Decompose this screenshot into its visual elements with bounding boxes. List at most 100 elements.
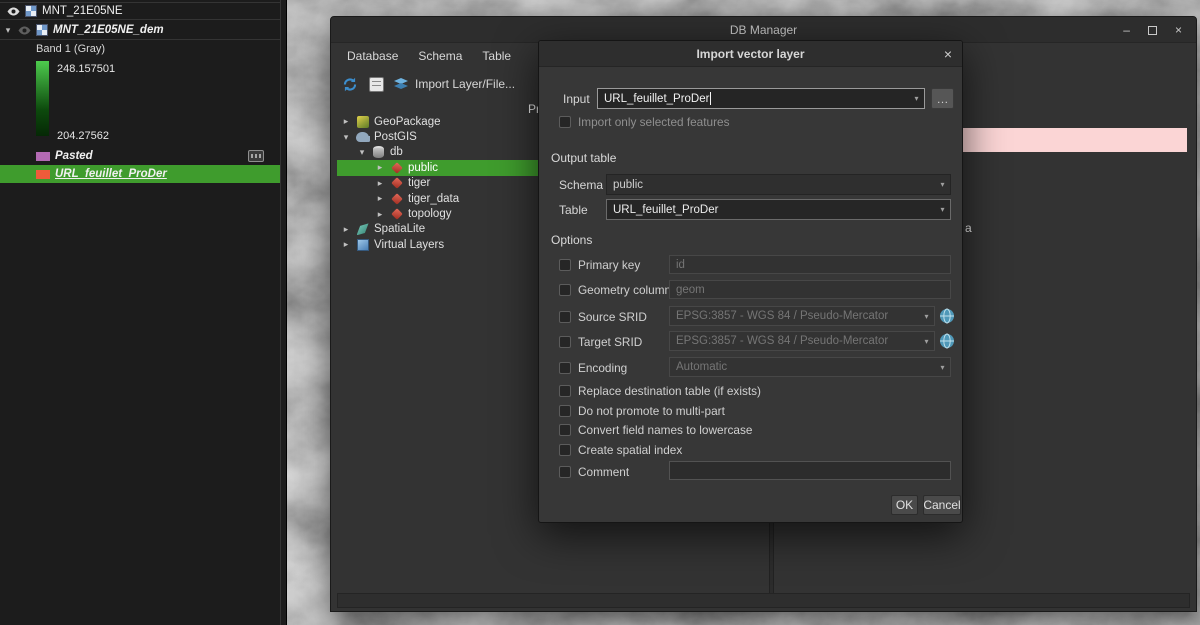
schema-value: public (613, 179, 643, 191)
import-selected-checkbox[interactable] (559, 116, 571, 128)
layer-row-mnt-dem[interactable]: ▾ MNT_21E05NE_dem (0, 21, 280, 40)
import-selected-label: Import only selected features (578, 115, 729, 129)
eye-visible-icon[interactable] (7, 7, 20, 16)
dialog-title: Import vector layer (696, 47, 804, 61)
expander-collapsed-icon[interactable]: ▸ (375, 209, 385, 220)
expander-collapsed-icon[interactable]: ▸ (341, 224, 351, 235)
minimize-button[interactable]: – (1123, 24, 1130, 36)
encoding-label: Encoding (578, 361, 627, 375)
layer-row-url-feuillet[interactable]: URL_feuillet_ProDer (0, 165, 280, 183)
bottom-scroll-track[interactable] (337, 593, 1190, 608)
lowercase-checkbox[interactable] (559, 424, 571, 436)
tree-item-label[interactable]: tiger_data (408, 193, 459, 205)
layer-label[interactable]: Pasted (55, 150, 93, 162)
replace-table-checkbox[interactable] (559, 385, 571, 397)
tree-item-label[interactable]: PostGIS (374, 131, 417, 143)
layer-row-pasted[interactable]: Pasted (0, 147, 280, 165)
layer-row-mnt[interactable]: MNT_21E05NE (0, 2, 280, 20)
polygon-swatch (36, 152, 50, 161)
source-srid-combobox: EPSG:3857 - WGS 84 / Pseudo-Mercator ▾ (669, 306, 935, 326)
schema-combobox[interactable]: public ▾ (606, 174, 951, 195)
tree-item-label[interactable]: tiger (408, 177, 430, 189)
globe-icon (939, 308, 955, 324)
table-value: URL_feuillet_ProDer (613, 204, 718, 216)
chevron-down-icon[interactable]: ▾ (935, 205, 950, 214)
ramp-max-value: 248.157501 (57, 63, 115, 75)
tree-item-label[interactable]: topology (408, 208, 451, 220)
cancel-button[interactable]: Cancel (923, 495, 961, 515)
import-layer-button[interactable]: Import Layer/File... (394, 77, 515, 91)
multipart-checkbox[interactable] (559, 405, 571, 417)
polygon-swatch (36, 170, 50, 179)
source-srid-select-button[interactable] (938, 307, 955, 324)
menu-schema[interactable]: Schema (408, 49, 472, 63)
menu-database[interactable]: Database (337, 49, 408, 63)
geometry-column-checkbox[interactable] (559, 284, 571, 296)
close-button[interactable]: × (1175, 24, 1182, 36)
eye-hidden-icon[interactable] (18, 26, 31, 35)
multipart-label: Do not promote to multi-part (578, 404, 725, 418)
primary-key-placeholder: id (676, 259, 685, 271)
comment-checkbox[interactable] (559, 466, 571, 478)
schema-label: Schema (559, 178, 603, 192)
expander-collapsed-icon[interactable]: ▸ (375, 162, 385, 173)
tree-item-label[interactable]: public (408, 162, 438, 174)
layer-label[interactable]: MNT_21E05NE (42, 5, 123, 17)
tree-item-label[interactable]: GeoPackage (374, 116, 441, 128)
window-controls: – × (1123, 17, 1182, 43)
browse-button[interactable]: … (931, 88, 954, 109)
expander-collapsed-icon[interactable]: ▸ (341, 239, 351, 250)
expander-expanded-icon[interactable]: ▾ (341, 132, 351, 143)
spatial-index-checkbox[interactable] (559, 444, 571, 456)
input-combobox[interactable]: URL_feuillet_ProDer ▾ (597, 88, 925, 109)
encoding-combobox: Automatic ▾ (669, 357, 951, 377)
target-srid-value: EPSG:3857 - WGS 84 / Pseudo-Mercator (676, 335, 888, 347)
partial-text-right: a (965, 221, 972, 235)
comment-field (669, 461, 951, 480)
source-srid-checkbox[interactable] (559, 311, 571, 323)
replace-table-label: Replace destination table (if exists) (578, 384, 761, 398)
memory-layer-indicator-icon[interactable] (248, 150, 264, 162)
sql-window-icon[interactable] (369, 77, 384, 92)
schema-icon (391, 177, 403, 189)
menu-table[interactable]: Table (472, 49, 521, 63)
table-combobox[interactable]: URL_feuillet_ProDer ▾ (606, 199, 951, 220)
input-label: Input (563, 92, 590, 106)
primary-key-label: Primary key (578, 258, 640, 272)
options-heading: Options (551, 233, 592, 247)
expander-collapsed-icon[interactable]: ▸ (341, 116, 351, 127)
target-srid-label: Target SRID (578, 335, 642, 349)
expander-collapsed-icon[interactable]: ▸ (375, 178, 385, 189)
primary-key-checkbox[interactable] (559, 259, 571, 271)
tree-item-label[interactable]: SpatiaLite (374, 223, 425, 235)
expander-expanded-icon[interactable]: ▾ (357, 147, 367, 158)
geometry-column-field: geom (669, 280, 951, 299)
import-vector-layer-dialog: Import vector layer × Input URL_feuillet… (538, 40, 963, 523)
import-layer-label: Import Layer/File... (415, 77, 515, 91)
target-srid-row: Target SRID (559, 335, 642, 349)
dialog-titlebar[interactable]: Import vector layer (539, 41, 962, 67)
target-srid-combobox: EPSG:3857 - WGS 84 / Pseudo-Mercator ▾ (669, 331, 935, 351)
lowercase-label: Convert field names to lowercase (578, 423, 752, 437)
target-srid-checkbox[interactable] (559, 336, 571, 348)
encoding-checkbox[interactable] (559, 362, 571, 374)
layer-label[interactable]: MNT_21E05NE_dem (53, 24, 164, 36)
source-srid-value: EPSG:3857 - WGS 84 / Pseudo-Mercator (676, 310, 888, 322)
ok-button[interactable]: OK (891, 495, 918, 515)
spatialite-icon (357, 223, 369, 235)
chevron-down-icon[interactable]: ▾ (909, 94, 924, 103)
tree-item-label[interactable]: Virtual Layers (374, 239, 444, 251)
dialog-close-icon[interactable]: × (944, 41, 952, 67)
layer-label[interactable]: URL_feuillet_ProDer (55, 168, 167, 180)
refresh-icon[interactable] (341, 76, 359, 93)
import-layer-icon (394, 78, 409, 90)
spatial-index-label: Create spatial index (578, 443, 682, 457)
maximize-button[interactable] (1148, 26, 1157, 35)
expander-expanded-icon[interactable]: ▾ (3, 25, 13, 36)
color-ramp (36, 61, 49, 136)
chevron-down-icon[interactable]: ▾ (935, 180, 950, 189)
target-srid-select-button[interactable] (938, 332, 955, 349)
expander-collapsed-icon[interactable]: ▸ (375, 193, 385, 204)
tree-item-label[interactable]: db (390, 146, 403, 158)
primary-key-row: Primary key (559, 258, 640, 272)
